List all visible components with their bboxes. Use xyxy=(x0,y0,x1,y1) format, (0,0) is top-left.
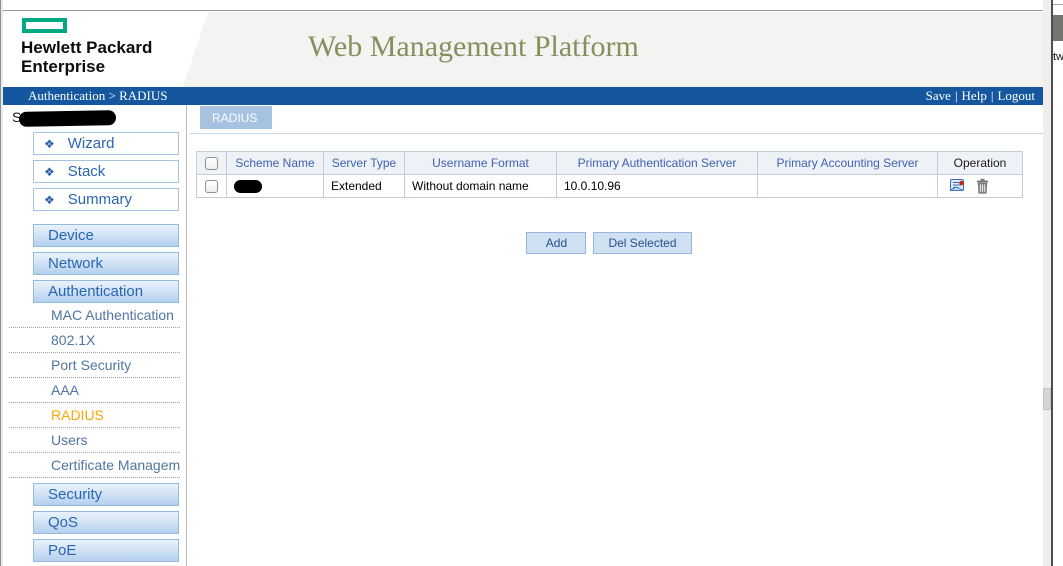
scheme-name-redaction xyxy=(234,180,262,193)
crumb-bar: Authentication > RADIUS Save|Help|Logout xyxy=(3,87,1043,105)
sidebar-item-qos[interactable]: QoS xyxy=(33,511,179,534)
header: Hewlett Packard Enterprise Web Managemen… xyxy=(3,12,1043,87)
sidebar-subitem-label: Certificate Management xyxy=(51,457,180,473)
sidebar-subitem-8021x[interactable]: 802.1X xyxy=(9,328,180,353)
cell-primary-acct-server xyxy=(758,175,938,198)
diamond-icon: ❖ xyxy=(44,193,55,207)
hpe-logo-icon xyxy=(22,18,67,33)
cell-operation xyxy=(938,175,1023,198)
sidebar-item-security[interactable]: Security xyxy=(33,483,179,506)
background-window-block xyxy=(1053,15,1063,41)
sidebar-item-label: QoS xyxy=(48,514,78,531)
hpe-logo-text-line2: Enterprise xyxy=(21,57,105,77)
table-row: Extended Without domain name 10.0.10.96 xyxy=(197,175,1023,198)
background-window-divider xyxy=(1053,4,1063,5)
col-header-scheme-name: Scheme Name xyxy=(227,152,324,175)
sidebar-subitem-label: Users xyxy=(51,432,88,448)
sidebar: S ❖ Wizard ❖ Stack ❖ Summary Device Netw… xyxy=(3,105,187,566)
sidebar-item-label: Wizard xyxy=(68,135,115,152)
hpe-logo-text-line1: Hewlett Packard xyxy=(21,38,152,58)
select-all-checkbox[interactable] xyxy=(205,157,218,170)
sidebar-item-label: Summary xyxy=(68,191,132,208)
sidebar-subitem-label: RADIUS xyxy=(51,407,104,423)
web-management-platform-window: Hewlett Packard Enterprise Web Managemen… xyxy=(0,0,1063,566)
device-name: S xyxy=(3,105,186,127)
logo-panel: Hewlett Packard Enterprise xyxy=(3,12,213,87)
tab-strip: RADIUS xyxy=(190,105,1043,134)
sidebar-subitem-aaa[interactable]: AAA xyxy=(9,378,180,403)
sidebar-subitem-certificate-management[interactable]: Certificate Management xyxy=(9,453,180,478)
sidebar-subitem-port-security[interactable]: Port Security xyxy=(9,353,180,378)
modify-icon[interactable] xyxy=(948,178,966,194)
sidebar-item-poe[interactable]: PoE xyxy=(33,539,179,562)
background-window-text: tw xyxy=(1053,51,1063,63)
sidebar-subitem-label: 802.1X xyxy=(51,332,95,348)
sidebar-item-label: Security xyxy=(48,486,102,503)
sidebar-item-summary[interactable]: ❖ Summary xyxy=(33,188,179,211)
sidebar-item-label: PoE xyxy=(48,542,76,559)
del-selected-button[interactable]: Del Selected xyxy=(593,232,691,254)
sidebar-subitem-label: Port Security xyxy=(51,357,131,373)
sidebar-item-wizard[interactable]: ❖ Wizard xyxy=(33,132,179,155)
col-header-primary-acct-server: Primary Accounting Server xyxy=(758,152,938,175)
sidebar-subitem-radius[interactable]: RADIUS xyxy=(9,403,180,428)
help-link[interactable]: Help xyxy=(962,88,987,103)
row-checkbox[interactable] xyxy=(205,180,218,193)
window-scrollbar-track[interactable] xyxy=(1043,0,1051,566)
main-content: RADIUS Scheme Name Server Type Username … xyxy=(190,105,1043,566)
top-links: Save|Help|Logout xyxy=(926,88,1035,104)
diamond-icon: ❖ xyxy=(44,165,55,179)
col-header-operation: Operation xyxy=(938,152,1023,175)
logout-link[interactable]: Logout xyxy=(997,88,1035,103)
delete-icon[interactable] xyxy=(976,178,989,194)
background-window-sliver: tw xyxy=(1053,0,1063,566)
cell-server-type: Extended xyxy=(324,175,405,198)
sidebar-item-label: Device xyxy=(48,227,94,244)
sidebar-subitem-label: MAC Authentication xyxy=(51,307,174,323)
sidebar-item-network[interactable]: Network xyxy=(33,252,179,275)
col-header-username-format: Username Format xyxy=(405,152,557,175)
diamond-icon: ❖ xyxy=(44,137,55,151)
window-top-strip xyxy=(3,0,1043,11)
cell-username-format: Without domain name xyxy=(405,175,557,198)
device-name-redaction xyxy=(19,110,116,127)
radius-scheme-table: Scheme Name Server Type Username Format … xyxy=(196,151,1023,198)
breadcrumb: Authentication > RADIUS xyxy=(28,88,167,104)
window-scrollbar-thumb[interactable] xyxy=(1043,388,1051,410)
action-button-row: Add Del Selected xyxy=(196,232,1022,254)
cell-scheme-name xyxy=(227,175,324,198)
sidebar-subitem-label: AAA xyxy=(51,382,79,398)
sidebar-item-stack[interactable]: ❖ Stack xyxy=(33,160,179,183)
page-title: Web Management Platform xyxy=(308,30,639,64)
sidebar-subitem-mac-authentication[interactable]: MAC Authentication xyxy=(9,303,180,328)
add-button[interactable]: Add xyxy=(526,232,586,254)
link-separator-1: | xyxy=(955,88,958,103)
sidebar-item-authentication[interactable]: Authentication xyxy=(33,280,179,303)
col-header-server-type: Server Type xyxy=(324,152,405,175)
link-separator-2: | xyxy=(991,88,994,103)
sidebar-item-label: Stack xyxy=(68,163,106,180)
save-link[interactable]: Save xyxy=(926,88,951,103)
tab-radius[interactable]: RADIUS xyxy=(200,106,272,129)
table-header-row: Scheme Name Server Type Username Format … xyxy=(197,152,1023,175)
sidebar-item-label: Authentication xyxy=(48,283,143,300)
sidebar-spacer xyxy=(3,211,186,219)
sidebar-item-device[interactable]: Device xyxy=(33,224,179,247)
cell-primary-auth-server: 10.0.10.96 xyxy=(557,175,758,198)
sidebar-subitem-users[interactable]: Users xyxy=(9,428,180,453)
col-header-primary-auth-server: Primary Authentication Server xyxy=(557,152,758,175)
sidebar-item-label: Network xyxy=(48,255,103,272)
